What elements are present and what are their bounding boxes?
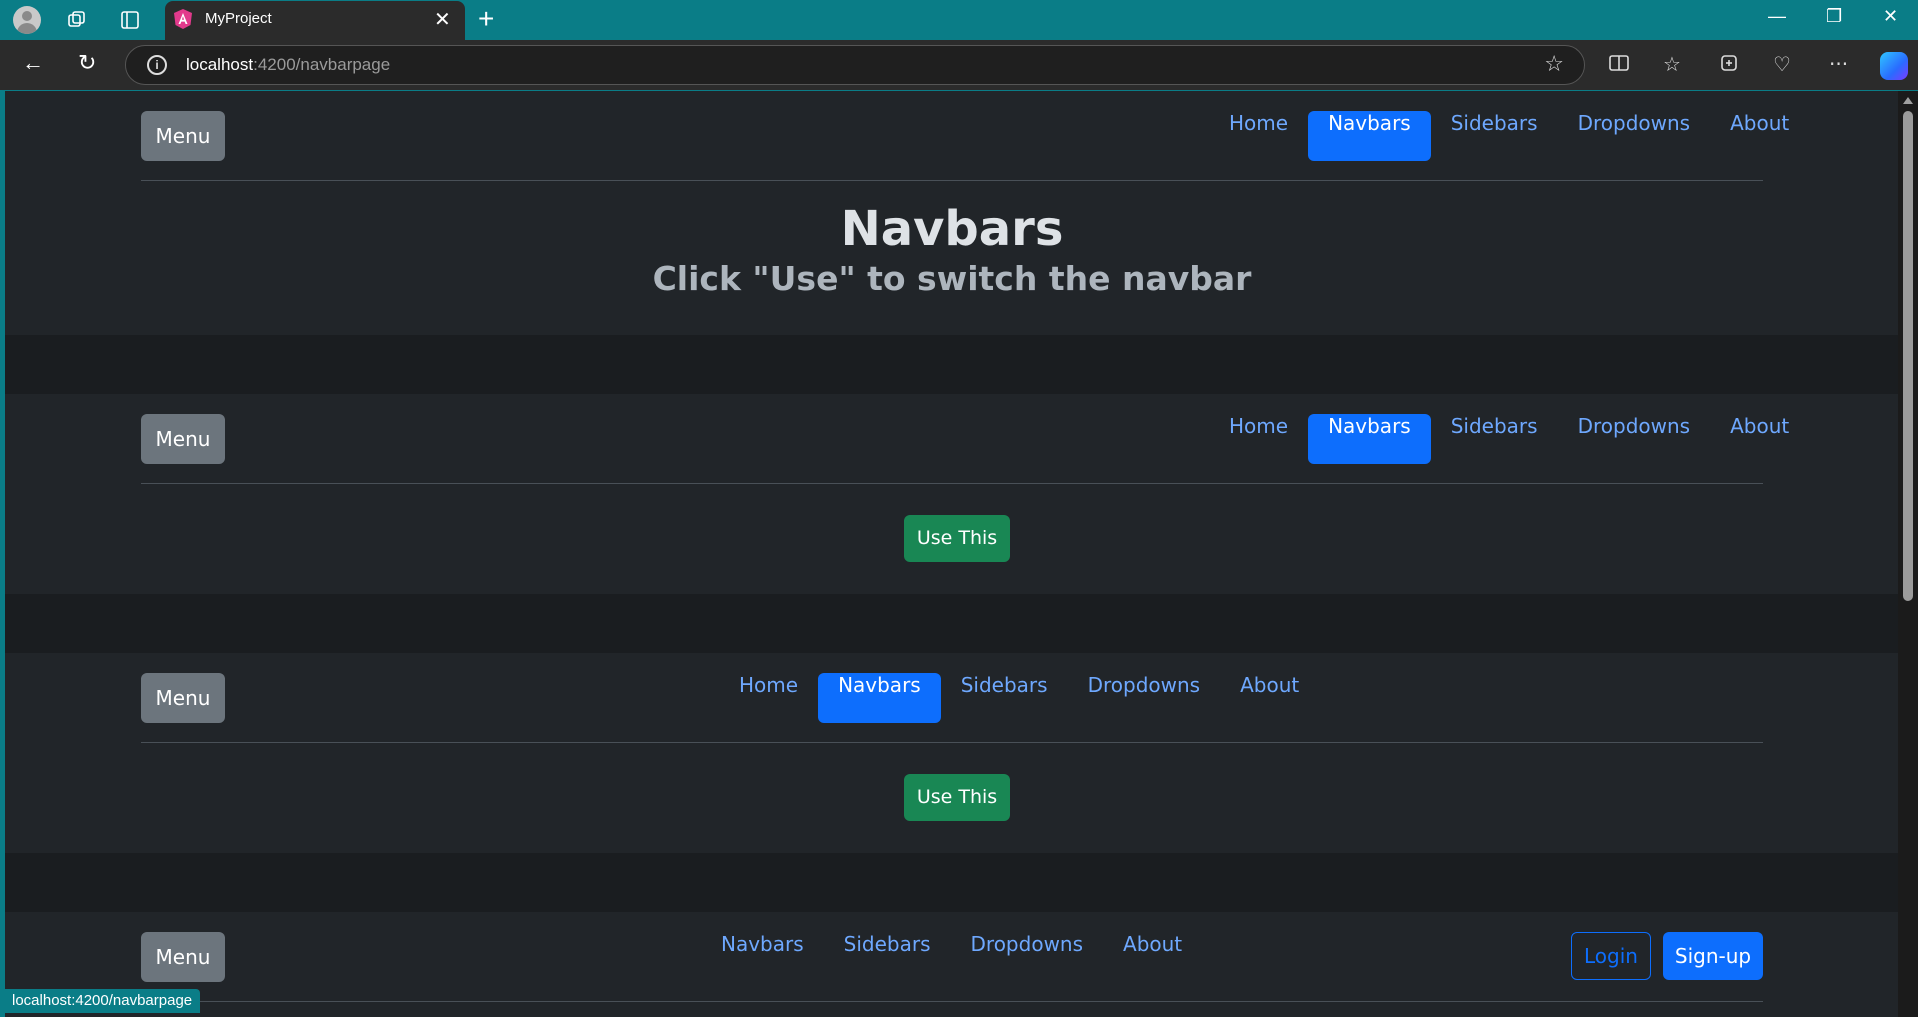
more-options-icon[interactable]: ··· [1829,52,1848,76]
navbar-preview: Menu Navbars Sidebars Dropdowns About Lo… [141,912,1763,1002]
section-divider [5,853,1898,912]
angular-favicon-icon [172,8,194,30]
new-tab-icon[interactable]: + [478,3,494,35]
browser-toolbar: ← ↻ i localhost:4200/navbarpage ☆ ☆ ♡ ··… [0,40,1918,90]
nav-link-dropdowns[interactable]: Dropdowns [1068,673,1221,723]
nav-link-home[interactable]: Home [1209,414,1308,464]
page-subtitle: Click "Use" to switch the navbar [652,259,1252,298]
nav-link-about[interactable]: About [1103,932,1202,982]
scroll-up-arrow-icon[interactable] [1903,97,1913,104]
nav-link-dropdowns[interactable]: Dropdowns [951,932,1104,982]
tab-actions-icon[interactable] [116,6,144,34]
favorite-star-icon[interactable]: ☆ [1544,52,1564,77]
collections-icon[interactable] [1718,52,1740,79]
section-divider [5,335,1898,394]
browser-essentials-icon[interactable]: ♡ [1773,52,1791,76]
navbar-preview: Menu Home Navbars Sidebars Dropdowns Abo… [141,653,1763,743]
workspaces-icon[interactable] [63,6,91,34]
restore-icon[interactable]: ❐ [1826,6,1842,27]
navbar-variant-2: Menu Home Navbars Sidebars Dropdowns Abo… [5,653,1898,853]
tab-close-icon[interactable]: ✕ [434,7,451,32]
nav-link-navbars[interactable]: Navbars [1308,414,1431,464]
address-bar[interactable]: i localhost:4200/navbarpage ☆ [125,45,1585,85]
nav-link-dropdowns[interactable]: Dropdowns [1558,111,1711,161]
minimize-icon[interactable]: — [1768,6,1786,27]
menu-button[interactable]: Menu [141,111,225,161]
copilot-icon[interactable] [1880,52,1908,80]
nav-link-dropdowns[interactable]: Dropdowns [1558,414,1711,464]
refresh-icon[interactable]: ↻ [78,50,96,76]
nav-links: Home Navbars Sidebars Dropdowns About [1209,414,1809,464]
status-bar-url: localhost:4200/navbarpage [4,989,201,1013]
navbar-variant-3: Menu Navbars Sidebars Dropdowns About Lo… [5,912,1898,1017]
nav-link-navbars[interactable]: Navbars [701,932,824,982]
nav-links: Navbars Sidebars Dropdowns About [701,932,1202,982]
tab-title: MyProject [205,10,272,27]
split-screen-icon[interactable] [1608,52,1630,79]
use-this-button[interactable]: Use This [904,774,1010,821]
page-scrollbar[interactable] [1898,91,1918,1017]
scroll-thumb[interactable] [1903,111,1913,601]
site-info-icon[interactable]: i [147,55,167,75]
browser-titlebar: MyProject ✕ + — ❐ ✕ [0,0,1918,40]
nav-link-about[interactable]: About [1710,414,1809,464]
nav-link-navbars[interactable]: Navbars [818,673,941,723]
favorites-icon[interactable]: ☆ [1663,52,1681,76]
nav-link-about[interactable]: About [1220,673,1319,723]
header-section: Menu Home Navbars Sidebars Dropdowns Abo… [5,91,1898,335]
nav-link-sidebars[interactable]: Sidebars [1431,111,1558,161]
back-icon[interactable]: ← [22,50,44,76]
nav-links: Home Navbars Sidebars Dropdowns About [1209,111,1809,161]
window-close-icon[interactable]: ✕ [1883,6,1898,27]
profile-avatar-icon[interactable] [13,6,41,34]
nav-link-home[interactable]: Home [1209,111,1308,161]
nav-link-home[interactable]: Home [719,673,818,723]
signup-button[interactable]: Sign-up [1663,932,1763,980]
menu-button[interactable]: Menu [141,414,225,464]
navbar-variant-1: Menu Home Navbars Sidebars Dropdowns Abo… [5,394,1898,594]
nav-links: Home Navbars Sidebars Dropdowns About [719,673,1319,723]
nav-link-sidebars[interactable]: Sidebars [941,673,1068,723]
menu-button[interactable]: Menu [141,932,225,982]
nav-link-navbars[interactable]: Navbars [1308,111,1431,161]
menu-button[interactable]: Menu [141,673,225,723]
navbar-header: Menu Home Navbars Sidebars Dropdowns Abo… [141,91,1789,181]
login-button[interactable]: Login [1571,932,1651,980]
navbar-preview: Menu Home Navbars Sidebars Dropdowns Abo… [141,394,1789,484]
url-text[interactable]: localhost:4200/navbarpage [186,55,390,75]
page-viewport: Menu Home Navbars Sidebars Dropdowns Abo… [5,91,1898,1017]
nav-link-sidebars[interactable]: Sidebars [824,932,951,982]
nav-link-about[interactable]: About [1710,111,1809,161]
section-divider [5,594,1898,653]
use-this-button[interactable]: Use This [904,515,1010,562]
nav-link-sidebars[interactable]: Sidebars [1431,414,1558,464]
page-title: Navbars [840,201,1064,257]
